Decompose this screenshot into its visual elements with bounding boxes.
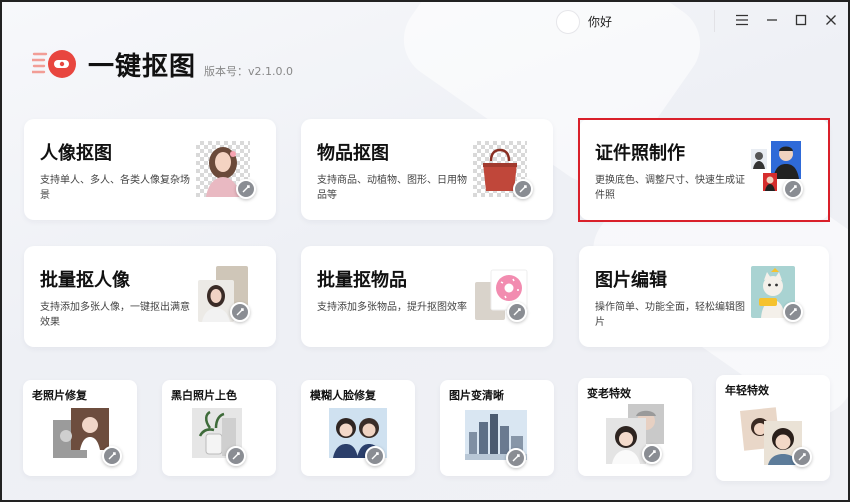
app-version: 版本号：v2.1.0.0: [204, 65, 293, 78]
tool-badge-icon: [226, 446, 246, 466]
tool-badge-icon: [102, 446, 122, 466]
tool-old-photo-restore[interactable]: 老照片修复: [23, 380, 137, 476]
tool-title: 年轻特效: [725, 384, 769, 397]
minimize-icon: [767, 19, 777, 21]
card-description: 更换底色、调整尺寸、快速生成证件照: [595, 175, 745, 201]
tool-title: 老照片修复: [32, 389, 87, 402]
user-avatar[interactable]: [556, 10, 580, 34]
tool-face-restore[interactable]: 模糊人脸修复: [301, 380, 415, 476]
app-title: 一键抠图: [88, 52, 197, 82]
close-button[interactable]: [819, 8, 843, 32]
card-title: 证件照制作: [595, 143, 685, 164]
titlebar-divider: [714, 10, 715, 32]
tool-aging-effect[interactable]: 变老特效: [578, 378, 692, 476]
tool-title: 变老特效: [587, 387, 631, 400]
card-title: 人像抠图: [40, 143, 112, 164]
user-greeting[interactable]: 你好: [588, 13, 612, 30]
old-photo-thumbnail: [53, 408, 109, 464]
tool-badge-icon: [365, 446, 385, 466]
card-batch-object[interactable]: 批量抠物品 支持添加多张物品，提升抠图效率: [301, 246, 553, 347]
tool-badge-icon: [642, 444, 662, 464]
tool-colorize[interactable]: 黑白照片上色: [162, 380, 276, 476]
card-id-photo[interactable]: 证件照制作 更换底色、调整尺寸、快速生成证件照: [579, 119, 829, 220]
tool-enhance[interactable]: 图片变清晰: [440, 380, 554, 476]
maximize-icon: [795, 14, 807, 26]
card-description: 支持添加多张物品，提升抠图效率: [317, 302, 467, 313]
card-portrait-cutout[interactable]: 人像抠图 支持单人、多人、各类人像复杂场景: [24, 119, 276, 220]
cutout-badge-icon: [236, 179, 256, 199]
menu-button[interactable]: [730, 8, 754, 32]
card-title: 物品抠图: [317, 143, 389, 164]
tool-title: 黑白照片上色: [171, 389, 237, 402]
card-title: 图片编辑: [595, 270, 667, 291]
card-description: 支持添加多张人像，一键抠出满意效果: [40, 302, 190, 328]
tool-youth-effect[interactable]: 年轻特效: [716, 375, 830, 481]
maximize-button[interactable]: [789, 8, 813, 32]
card-description: 支持单人、多人、各类人像复杂场景: [40, 175, 190, 201]
cutout-badge-icon: [783, 179, 803, 199]
hamburger-menu-icon: [736, 14, 748, 26]
tool-badge-icon: [792, 447, 812, 467]
card-title: 批量抠人像: [40, 270, 130, 291]
youth-thumbnail: [740, 401, 802, 465]
cutout-badge-icon: [783, 302, 803, 322]
card-image-edit[interactable]: 图片编辑 操作简单、功能全面，轻松编辑图片: [579, 246, 829, 347]
card-description: 操作简单、功能全面，轻松编辑图片: [595, 302, 745, 328]
card-batch-portrait[interactable]: 批量抠人像 支持添加多张人像，一键抠出满意效果: [24, 246, 276, 347]
tool-title: 模糊人脸修复: [310, 389, 376, 402]
card-object-cutout[interactable]: 物品抠图 支持商品、动植物、图形、日用物品等: [301, 119, 553, 220]
close-icon: [826, 15, 836, 25]
card-description: 支持商品、动植物、图形、日用物品等: [317, 175, 467, 201]
minimize-button[interactable]: [760, 8, 784, 32]
tool-title: 图片变清晰: [449, 389, 504, 402]
cutout-badge-icon: [507, 302, 527, 322]
cutout-badge-icon: [513, 179, 533, 199]
card-title: 批量抠物品: [317, 270, 407, 291]
cutout-badge-icon: [230, 302, 250, 322]
app-window: 你好 一键抠图 版本号：v2.1.0.0 人像抠图 支持单人、多人、各类人像复杂…: [0, 0, 850, 502]
app-logo-icon: [32, 50, 76, 78]
tool-badge-icon: [506, 448, 526, 468]
